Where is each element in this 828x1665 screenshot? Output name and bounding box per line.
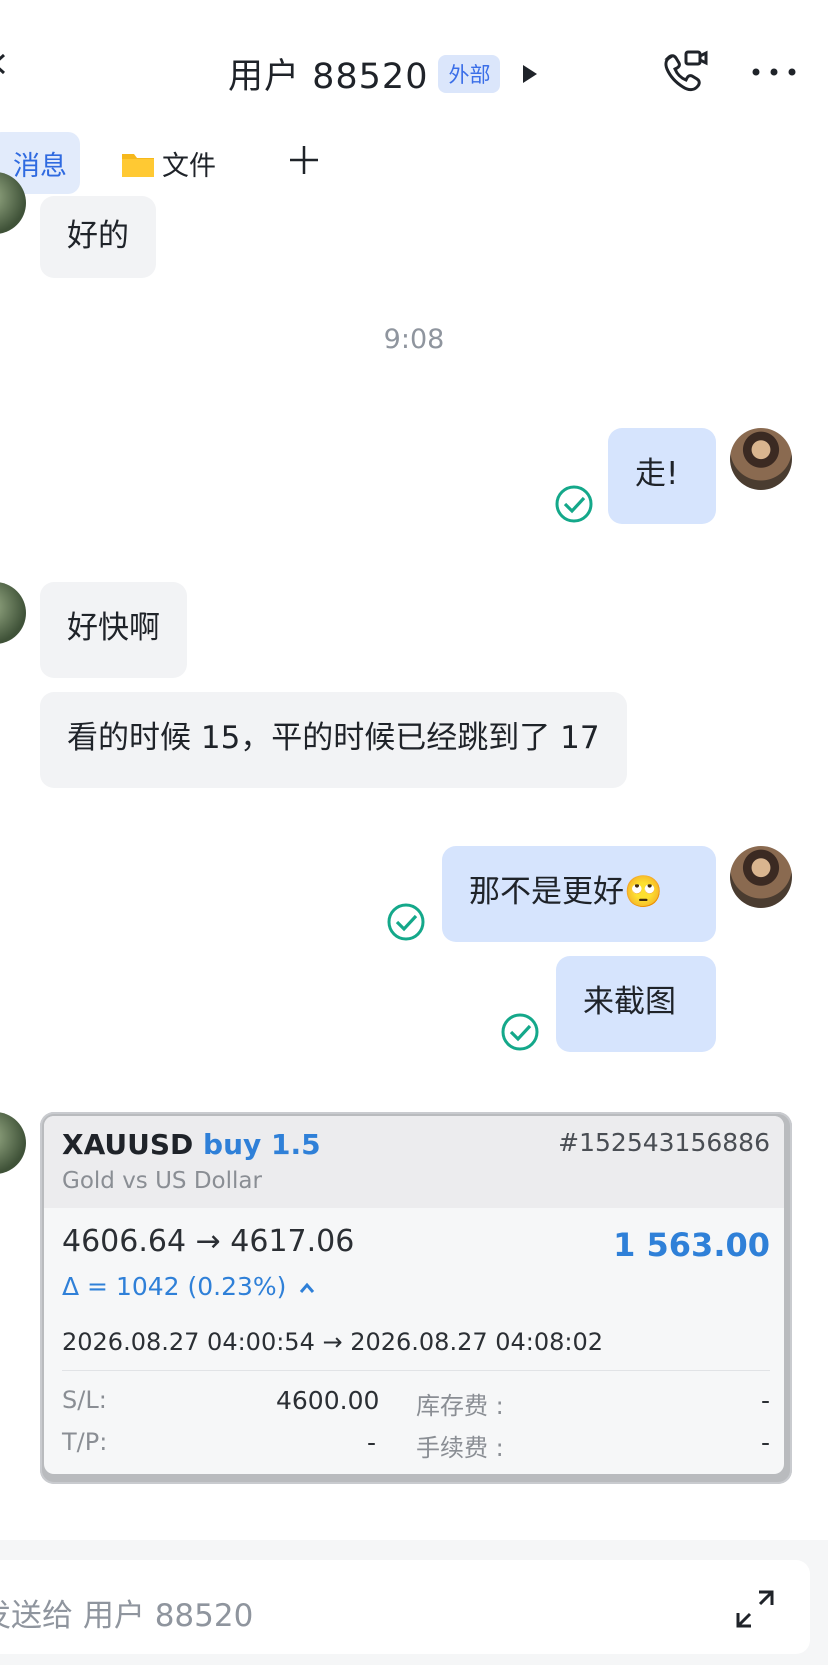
message-input[interactable]: 发送给 用户 88520 — [0, 1560, 810, 1654]
trade-divider — [62, 1370, 770, 1371]
trade-delta-line: Δ = 1042 (0.23%) — [62, 1272, 316, 1301]
trade-dates: 2026.08.27 04:00:54 → 2026.08.27 04:08:0… — [62, 1328, 604, 1356]
trade-description: Gold vs US Dollar — [62, 1168, 262, 1194]
trade-prices: 4606.64 → 4617.06 — [62, 1224, 355, 1259]
chat-tabs: 消息 文件 — [0, 132, 828, 194]
swap-label: 库存费 : — [416, 1392, 504, 1420]
trade-side: buy 1.5 — [203, 1128, 321, 1161]
external-badge: 外部 — [438, 54, 501, 93]
peer-avatar[interactable] — [0, 582, 26, 644]
trade-card-body: XAUUSD buy 1.5 #152543156886 Gold vs US … — [44, 1116, 784, 1474]
read-check-icon — [387, 903, 425, 941]
expand-icon[interactable] — [734, 1588, 776, 1630]
caret-up-icon — [300, 1282, 315, 1293]
message-bubble-incoming[interactable]: 好的 — [40, 196, 156, 278]
more-dots-icon[interactable] — [750, 60, 800, 84]
caret-right-icon — [523, 64, 538, 83]
my-avatar[interactable] — [730, 846, 792, 908]
tab-files[interactable]: 文件 — [120, 144, 216, 183]
fee-label: 手续费 : — [416, 1434, 504, 1462]
swap-value: - — [760, 1386, 770, 1415]
composer-bar: 发送给 用户 88520 — [0, 1540, 828, 1665]
chat-header: 用户 88520 外部 消息 文件 — [0, 0, 828, 194]
sl-label: S/L: — [62, 1386, 107, 1414]
message-bubble-incoming[interactable]: 好快啊 — [40, 582, 187, 678]
tp-value: - — [366, 1428, 376, 1457]
tp-label: T/P: — [62, 1428, 108, 1456]
chat-title: 用户 88520 — [228, 57, 429, 97]
my-avatar[interactable] — [730, 428, 792, 490]
trade-delta: Δ = 1042 (0.23%) — [62, 1272, 287, 1301]
read-check-icon — [555, 485, 593, 523]
fee-value: - — [760, 1428, 770, 1457]
folder-icon — [122, 153, 154, 177]
tab-messages-label: 消息 — [13, 150, 67, 182]
video-call-icon[interactable] — [660, 48, 708, 96]
trade-symbol-line: XAUUSD buy 1.5 — [62, 1128, 321, 1161]
read-check-icon — [501, 1013, 539, 1051]
trade-ticket: #152543156886 — [558, 1128, 770, 1157]
trade-symbol: XAUUSD — [62, 1128, 194, 1161]
trade-card-header: XAUUSD buy 1.5 #152543156886 Gold vs US … — [44, 1116, 784, 1208]
sl-value: 4600.00 — [276, 1386, 380, 1415]
plus-icon[interactable] — [286, 142, 322, 178]
message-bubble-outgoing[interactable]: 来截图 — [556, 956, 716, 1052]
time-separator: 9:08 — [383, 324, 445, 355]
trade-screenshot-card[interactable]: XAUUSD buy 1.5 #152543156886 Gold vs US … — [40, 1112, 792, 1484]
chat-title-area[interactable]: 用户 88520 外部 — [228, 48, 540, 99]
peer-avatar[interactable] — [0, 1112, 26, 1174]
tab-files-label: 文件 — [162, 151, 216, 182]
trade-profit: 1 563.00 — [613, 1226, 770, 1264]
message-bubble-outgoing[interactable]: 走! — [608, 428, 716, 524]
message-input-placeholder: 发送给 用户 88520 — [0, 1598, 254, 1634]
message-bubble-outgoing[interactable]: 那不是更好🙄 — [442, 846, 716, 942]
message-bubble-incoming[interactable]: 看的时候 15，平的时候已经跳到了 17 — [40, 692, 627, 788]
back-chevron-icon[interactable] — [0, 52, 10, 76]
